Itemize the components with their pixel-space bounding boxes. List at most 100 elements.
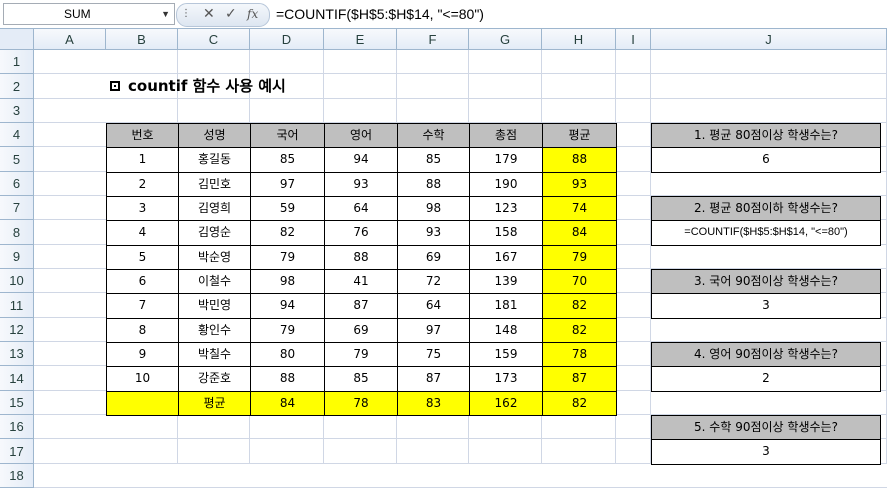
table-cell[interactable]: 98 [250,269,325,294]
answer-cell[interactable]: 3 [651,440,881,465]
row-header-7[interactable]: 7 [0,196,34,220]
table-cell[interactable]: 김영희 [178,196,251,221]
table-cell[interactable]: 159 [469,342,543,367]
row-header-17[interactable]: 17 [0,439,34,464]
table-cell[interactable]: 69 [324,318,398,343]
table-cell[interactable]: 148 [469,318,543,343]
table-cell[interactable]: 7 [106,293,179,319]
table-cell[interactable]: 97 [397,318,470,343]
table-header-cell[interactable]: 번호 [106,123,179,148]
row-header-10[interactable]: 10 [0,269,34,293]
table-cell[interactable]: 64 [397,293,470,319]
question-label[interactable]: 3. 국어 90점이상 학생수는? [651,269,881,294]
cancel-icon[interactable]: ✕ [203,6,215,22]
table-cell[interactable]: 123 [469,196,543,221]
row-header-5[interactable]: 5 [0,147,34,172]
answer-cell[interactable]: 3 [651,294,881,319]
table-cell[interactable]: 94 [250,293,325,319]
row-header-13[interactable]: 13 [0,342,34,366]
formula-input[interactable]: =COUNTIF($H$5:$H$14, "<=80") [276,3,884,25]
name-box[interactable]: SUM ▼ [3,3,175,25]
chevron-down-icon[interactable]: ▼ [161,4,170,24]
table-cell[interactable]: 85 [250,147,325,173]
table-cell[interactable]: 72 [397,269,470,294]
table-cell[interactable]: 87 [397,366,470,392]
table-cell[interactable]: 82 [250,220,325,246]
row-header-16[interactable]: 16 [0,415,34,439]
table-cell[interactable]: 박민영 [178,293,251,319]
table-cell[interactable]: 85 [397,147,470,173]
question-label[interactable]: 5. 수학 90점이상 학생수는? [651,415,881,440]
column-header-e[interactable]: E [324,29,397,50]
table-header-cell[interactable]: 영어 [324,123,398,148]
table-cell[interactable]: 이철수 [178,269,251,294]
table-header-cell[interactable]: 수학 [397,123,470,148]
average-cell[interactable]: 79 [542,245,617,270]
table-cell[interactable]: 93 [397,220,470,246]
table-cell[interactable]: 88 [324,245,398,270]
average-row-cell[interactable]: 82 [542,391,617,416]
table-cell[interactable]: 98 [397,196,470,221]
select-all-corner[interactable] [0,29,34,50]
average-row-cell[interactable]: 78 [324,391,398,416]
average-cell[interactable]: 82 [542,293,617,319]
row-header-11[interactable]: 11 [0,293,34,318]
average-cell[interactable]: 78 [542,342,617,367]
table-cell[interactable]: 80 [250,342,325,367]
enter-icon[interactable]: ✓ [225,6,237,22]
table-cell[interactable]: 41 [324,269,398,294]
average-cell[interactable]: 93 [542,172,617,197]
row-header-2[interactable]: 2 [0,74,34,99]
table-cell[interactable]: 박순영 [178,245,251,270]
table-cell[interactable]: 박칠수 [178,342,251,367]
column-header-i[interactable]: I [616,29,651,50]
table-cell[interactable]: 1 [106,147,179,173]
average-row-cell[interactable] [106,391,179,416]
question-label[interactable]: 4. 영어 90점이상 학생수는? [651,342,881,367]
table-cell[interactable]: 179 [469,147,543,173]
row-header-4[interactable]: 4 [0,123,34,147]
table-cell[interactable]: 88 [397,172,470,197]
table-cell[interactable]: 79 [250,318,325,343]
table-header-cell[interactable]: 평균 [542,123,617,148]
table-cell[interactable]: 6 [106,269,179,294]
column-header-d[interactable]: D [250,29,324,50]
table-cell[interactable]: 75 [397,342,470,367]
column-header-b[interactable]: B [106,29,178,50]
column-header-c[interactable]: C [178,29,250,50]
answer-cell[interactable]: 6 [651,148,881,173]
table-cell[interactable]: 김영순 [178,220,251,246]
insert-function-icon[interactable]: fx [247,7,258,21]
row-header-14[interactable]: 14 [0,366,34,391]
row-header-8[interactable]: 8 [0,220,34,245]
row-header-9[interactable]: 9 [0,245,34,269]
table-cell[interactable]: 59 [250,196,325,221]
table-cell[interactable]: 158 [469,220,543,246]
average-cell[interactable]: 84 [542,220,617,246]
average-cell[interactable]: 88 [542,147,617,173]
table-cell[interactable]: 94 [324,147,398,173]
row-header-18[interactable]: 18 [0,464,34,488]
average-cell[interactable]: 82 [542,318,617,343]
table-cell[interactable]: 97 [250,172,325,197]
table-cell[interactable]: 167 [469,245,543,270]
column-header-f[interactable]: F [397,29,469,50]
table-cell[interactable]: 79 [324,342,398,367]
table-cell[interactable]: 181 [469,293,543,319]
table-cell[interactable]: 5 [106,245,179,270]
table-cell[interactable]: 69 [397,245,470,270]
average-row-cell[interactable]: 83 [397,391,470,416]
table-header-cell[interactable]: 총점 [469,123,543,148]
table-cell[interactable]: 3 [106,196,179,221]
table-cell[interactable]: 190 [469,172,543,197]
column-header-a[interactable]: A [34,29,106,50]
resize-handle-icon[interactable]: ⋮ [181,8,191,19]
question-label[interactable]: 2. 평균 80점이하 학생수는? [651,196,881,221]
row-header-12[interactable]: 12 [0,318,34,342]
average-cell[interactable]: 87 [542,366,617,392]
table-cell[interactable]: 87 [324,293,398,319]
table-cell[interactable]: 64 [324,196,398,221]
row-header-15[interactable]: 15 [0,391,34,415]
table-cell[interactable]: 76 [324,220,398,246]
table-cell[interactable]: 10 [106,366,179,392]
